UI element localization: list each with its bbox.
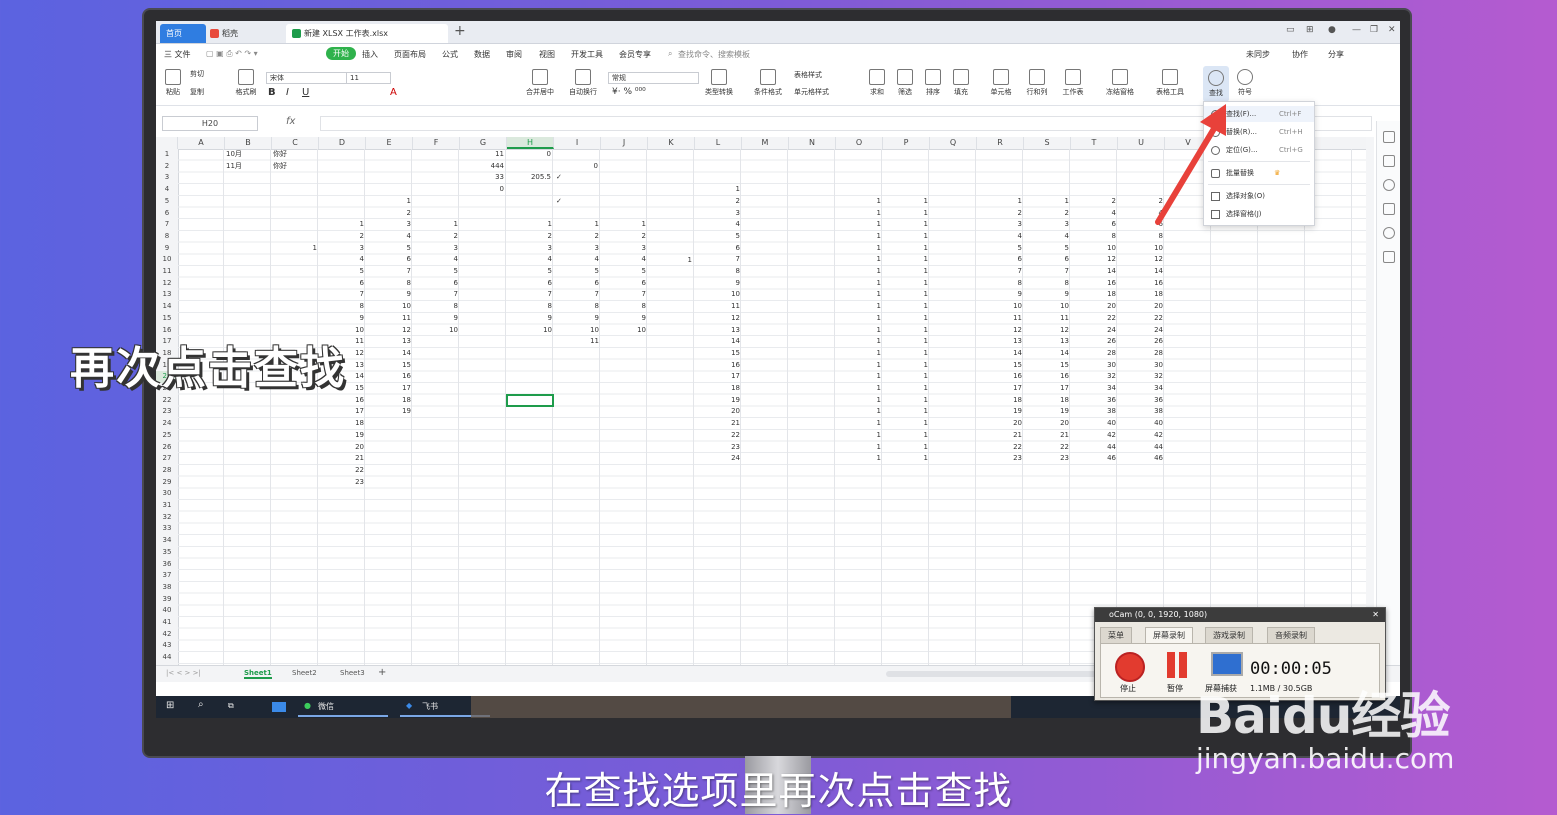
screen-capture-icon[interactable]: [1211, 652, 1243, 676]
pause-icon-bar: [1179, 652, 1187, 678]
pause-label: 暂停: [1167, 684, 1183, 693]
ocam-title: oCam (0, 0, 1920, 1080): [1109, 610, 1208, 619]
stop-record-icon[interactable]: [1115, 652, 1145, 682]
stop-label: 停止: [1120, 684, 1136, 693]
baidu-watermark-url: jingyan.baidu.com: [1196, 742, 1455, 775]
close-icon[interactable]: ✕: [1372, 608, 1379, 622]
pause-icon[interactable]: [1167, 652, 1175, 678]
ocam-title-bar: oCam (0, 0, 1920, 1080) ✕: [1095, 608, 1385, 622]
baidu-watermark: Baidu经验: [1196, 687, 1450, 745]
caption-left: 再次点击查找: [70, 343, 346, 394]
